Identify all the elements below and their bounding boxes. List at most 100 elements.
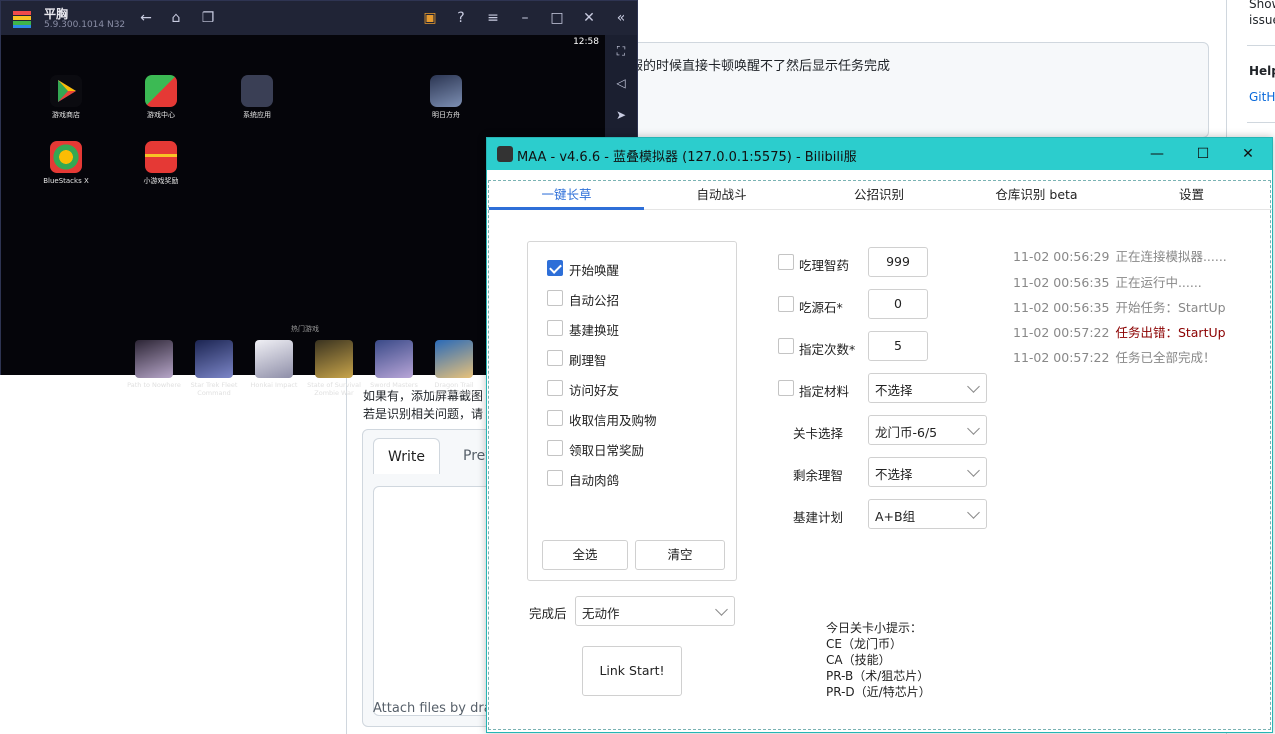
- times-input[interactable]: 5: [868, 331, 928, 361]
- task-label: 领取日常奖励: [569, 443, 645, 458]
- sidebar-text: Show: [1249, 0, 1275, 11]
- checkbox[interactable]: [547, 380, 563, 396]
- checkbox[interactable]: [547, 440, 563, 456]
- checkbox[interactable]: [778, 296, 794, 312]
- issue-description-textarea[interactable]: 国服的时候直接卡顿唤醒不了然后显示任务完成: [606, 42, 1209, 138]
- cursor-icon[interactable]: ➤: [613, 107, 629, 123]
- help-text: 若是识别相关问题，请: [363, 407, 484, 421]
- medicine-input[interactable]: 999: [868, 247, 928, 277]
- app-bluestacks-x[interactable]: BlueStacks X: [31, 141, 101, 186]
- clear-button[interactable]: 清空: [635, 540, 725, 570]
- dock-title: 热门游戏: [291, 325, 319, 333]
- menu-icon[interactable]: ≡: [484, 9, 502, 27]
- fullscreen-icon[interactable]: ⛶: [613, 43, 629, 59]
- material-select[interactable]: 不选择: [868, 373, 987, 403]
- stone-input[interactable]: 0: [868, 289, 928, 319]
- game-tile[interactable]: State of Survival Zombie War: [304, 340, 364, 397]
- app-game-store[interactable]: 游戏商店: [31, 75, 101, 120]
- checkbox[interactable]: [547, 320, 563, 336]
- select-value: 龙门币-6/5: [875, 425, 938, 440]
- app-label: 小游戏奖励: [143, 177, 179, 185]
- log-entry: 11-02 00:57:22 任务已全部完成！: [1013, 347, 1215, 366]
- tab-farming[interactable]: 一键长草: [489, 182, 644, 210]
- log-entry: 11-02 00:56:35 开始任务：StartUp: [1013, 297, 1226, 316]
- help-icon[interactable]: ?: [452, 9, 470, 27]
- game-tile[interactable]: Star Trek Fleet Command: [184, 340, 244, 397]
- checkbox[interactable]: [778, 254, 794, 270]
- arknights-icon: [430, 75, 462, 107]
- tab-settings[interactable]: 设置: [1114, 182, 1269, 210]
- log-time: 11-02 00:56:35: [1013, 275, 1110, 290]
- log-time: 11-02 00:57:22: [1013, 325, 1110, 340]
- recent-apps-icon[interactable]: ❐: [199, 9, 217, 27]
- sidebar-help-title: Help: [1249, 64, 1275, 78]
- maximize-icon[interactable]: □: [548, 9, 566, 27]
- tab-recruit[interactable]: 公招识别: [799, 182, 959, 210]
- infrast-select[interactable]: A+B组: [868, 499, 987, 529]
- checkbox[interactable]: [547, 410, 563, 426]
- option-label: 剩余理智: [793, 468, 844, 483]
- checkbox[interactable]: [547, 290, 563, 306]
- game-label: Dragon Trail Hunter World: [432, 381, 476, 397]
- collapse-sidebar-icon[interactable]: «: [612, 9, 630, 27]
- volume-icon[interactable]: ◁: [613, 75, 629, 91]
- checkbox[interactable]: [778, 338, 794, 354]
- app-arknights[interactable]: 明日方舟: [411, 75, 481, 120]
- remain-select[interactable]: 不选择: [868, 457, 987, 487]
- app-mini-game-rewards[interactable]: 小游戏奖励: [126, 141, 196, 186]
- app-label: 明日方舟: [432, 111, 460, 119]
- game-thumbnail-icon: [135, 340, 173, 378]
- game-tile[interactable]: Honkai Impact: [244, 340, 304, 389]
- close-icon[interactable]: ✕: [1238, 144, 1258, 164]
- link-start-button[interactable]: Link Start!: [582, 646, 682, 696]
- back-icon[interactable]: ←: [137, 9, 155, 27]
- editor-textarea[interactable]: [373, 486, 503, 716]
- app-system-apps[interactable]: 系统应用: [222, 75, 292, 120]
- game-label: Honkai Impact: [250, 381, 298, 389]
- tab-auto-battle[interactable]: 自动战斗: [644, 182, 799, 210]
- after-complete-select[interactable]: 无动作: [575, 596, 735, 626]
- task-label: 自动肉鸽: [569, 473, 620, 488]
- checkbox[interactable]: [778, 380, 794, 396]
- stage-select[interactable]: 龙门币-6/5: [868, 415, 987, 445]
- attach-files-hint[interactable]: Attach files by dra: [373, 701, 492, 716]
- tab-depot[interactable]: 仓库识别 beta: [959, 182, 1114, 210]
- tab-write[interactable]: Write: [373, 438, 440, 474]
- tips-line: CA（技能）: [826, 653, 891, 667]
- bluestacks-x-icon: [50, 141, 82, 173]
- game-tile[interactable]: Sword Masters: [364, 340, 424, 389]
- app-label: 游戏商店: [52, 111, 80, 119]
- chevron-down-icon: [967, 506, 980, 519]
- checkbox[interactable]: [547, 350, 563, 366]
- maximize-icon[interactable]: ☐: [1193, 144, 1213, 164]
- maa-titlebar: MAA - v4.6.6 - 蓝叠模拟器 (127.0.0.1:5575) - …: [487, 138, 1272, 170]
- gift-icon[interactable]: ▣: [421, 9, 439, 27]
- log-entry: 11-02 00:56:29 正在连接模拟器......: [1013, 246, 1227, 265]
- minimize-icon[interactable]: –: [516, 9, 534, 27]
- home-icon[interactable]: ⌂: [167, 9, 185, 27]
- checkbox[interactable]: [547, 470, 563, 486]
- app-game-center[interactable]: 游戏中心: [126, 75, 196, 120]
- sidebar-help-link[interactable]: GitH: [1249, 90, 1275, 104]
- gift-box-icon: [145, 141, 177, 173]
- comment-editor: Write Prev Attach files by dra: [362, 429, 503, 727]
- option-label: 关卡选择: [793, 426, 844, 441]
- task-label: 刷理智: [569, 353, 607, 368]
- main-tabs: 一键长草 自动战斗 公招识别 仓库识别 beta 设置: [487, 182, 1272, 210]
- game-thumbnail-icon: [255, 340, 293, 378]
- task-label: 收取信用及购物: [569, 413, 657, 428]
- option-label: 指定次数*: [799, 342, 856, 357]
- sidebar-separator: [1247, 45, 1275, 46]
- option-label: 指定材料: [799, 384, 850, 399]
- minimize-icon[interactable]: —: [1147, 144, 1167, 164]
- checkbox[interactable]: [547, 260, 563, 276]
- game-tile[interactable]: Path to Nowhere: [124, 340, 184, 389]
- task-label: 访问好友: [569, 383, 620, 398]
- close-icon[interactable]: ✕: [580, 9, 598, 27]
- game-thumbnail-icon: [195, 340, 233, 378]
- play-store-icon: [50, 75, 82, 107]
- log-time: 11-02 00:56:29: [1013, 249, 1110, 264]
- option-label: 基建计划: [793, 510, 844, 525]
- game-tile[interactable]: Dragon Trail Hunter World: [424, 340, 484, 397]
- select-all-button[interactable]: 全选: [542, 540, 628, 570]
